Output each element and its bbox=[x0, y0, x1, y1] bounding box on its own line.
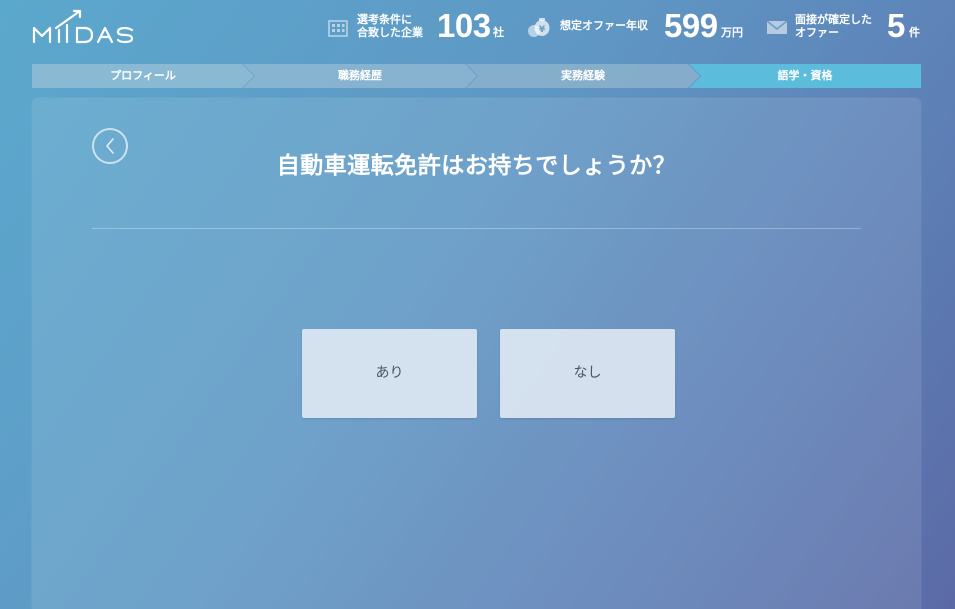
expected-salary-value: 599 bbox=[664, 7, 718, 44]
matched-companies-unit: 社 bbox=[493, 26, 504, 39]
confirmed-interview-unit: 件 bbox=[909, 26, 920, 39]
matched-companies-stat: 選考条件に 合致した企業 103 社 bbox=[327, 6, 512, 46]
expected-salary-unit: 万円 bbox=[721, 26, 743, 39]
building-icon bbox=[328, 20, 348, 37]
question-text: 自動車運転免許はお持ちでしょうか？ bbox=[276, 153, 677, 179]
svg-text:¥: ¥ bbox=[539, 25, 546, 35]
confirmed-interview-count: 5 bbox=[887, 7, 905, 44]
matched-companies-count: 103 bbox=[437, 7, 491, 44]
question-card: 自動車運転免許はお持ちでしょうか？ あり なし bbox=[32, 98, 921, 609]
step-work-history[interactable]: 職務経歴 bbox=[243, 64, 477, 88]
confirmed-interview-stat: 面接が確定した オファー 5 件 bbox=[766, 6, 936, 46]
header: 選考条件に 合致した企業 103 社 ¥ 想定オファー年収 599 万円 面接が… bbox=[0, 0, 955, 56]
step-profile[interactable]: プロフィール bbox=[32, 64, 254, 88]
confirmed-interview-label: 面接が確定した オファー bbox=[795, 13, 872, 39]
miidas-logo[interactable] bbox=[32, 8, 152, 48]
option-no-button[interactable]: なし bbox=[500, 329, 675, 418]
option-yes-button[interactable]: あり bbox=[302, 329, 477, 418]
expected-salary-label: 想定オファー年収 bbox=[560, 19, 648, 32]
matched-companies-label: 選考条件に 合致した企業 bbox=[357, 13, 423, 39]
expected-salary-stat: ¥ 想定オファー年収 599 万円 bbox=[526, 6, 751, 46]
step-practical-experience[interactable]: 実務経験 bbox=[466, 64, 700, 88]
step-progress-bar: プロフィール 職務経歴 実務経験 語学・資格 bbox=[32, 64, 921, 88]
divider bbox=[92, 228, 861, 229]
step-language-qualification[interactable]: 語学・資格 bbox=[689, 64, 921, 88]
money-bag-icon: ¥ bbox=[528, 18, 550, 37]
mail-icon bbox=[766, 20, 788, 34]
